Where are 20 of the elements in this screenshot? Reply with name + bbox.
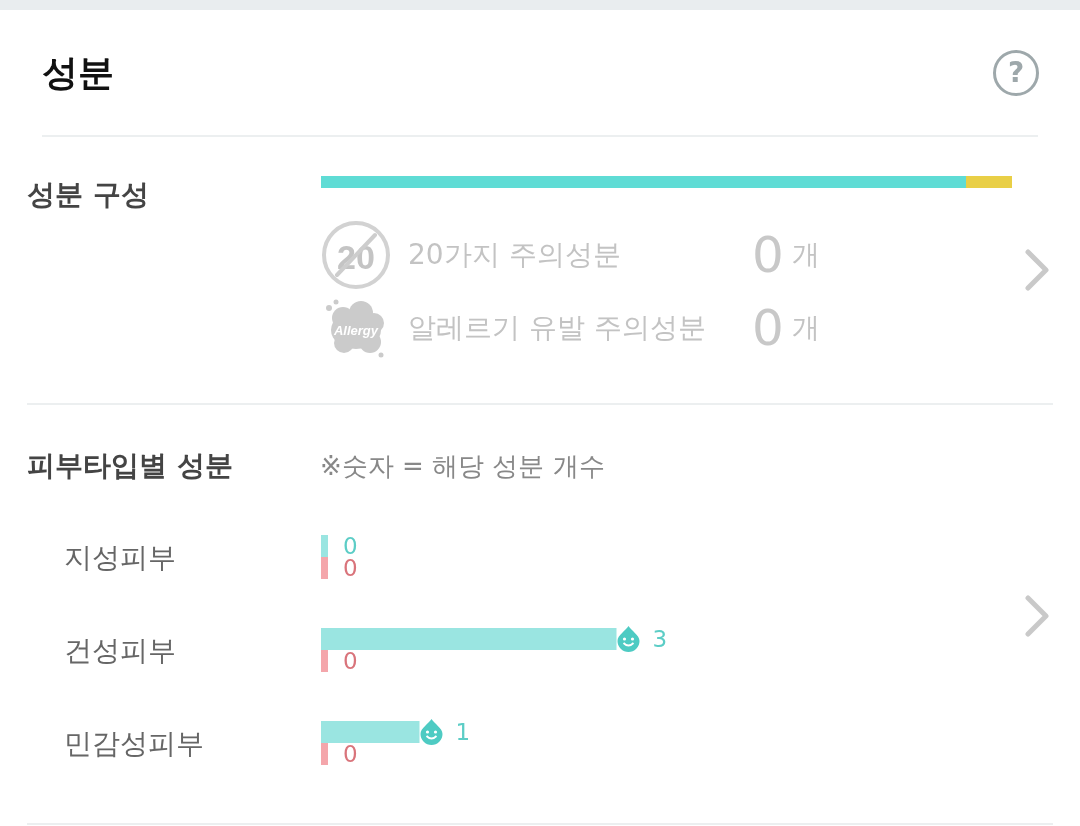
skin-type-label: 지성피부 bbox=[64, 540, 176, 574]
count-unit: 개 bbox=[791, 309, 820, 346]
caution-label: 알레르기 유발 주의성분 bbox=[408, 309, 707, 346]
skin-type-label: 민감성피부 bbox=[64, 726, 204, 760]
section-heading: 피부타입별 성분 bbox=[27, 449, 234, 483]
chevron-right-icon[interactable] bbox=[1025, 595, 1049, 637]
skin-type-label: 건성피부 bbox=[64, 633, 176, 667]
bar-value-label: 3 bbox=[652, 626, 668, 652]
droplet-face-icon bbox=[617, 626, 640, 652]
droplet-face-icon bbox=[420, 719, 443, 745]
caution-label: 20가지 주의성분 bbox=[408, 236, 622, 273]
count-unit: 개 bbox=[791, 236, 820, 273]
section-heading: 성분 구성 bbox=[27, 178, 150, 212]
page-title: 성분 bbox=[42, 50, 114, 95]
bar-value-label: 1 bbox=[455, 719, 471, 745]
help-button[interactable]: ? bbox=[993, 49, 1039, 96]
bar-value-label: 0 bbox=[343, 741, 358, 767]
bar-value-label: 0 bbox=[343, 648, 358, 674]
chevron-right-icon[interactable] bbox=[1025, 249, 1049, 291]
legend-note: ※숫자 = 해당 성분 개수 bbox=[320, 450, 605, 483]
